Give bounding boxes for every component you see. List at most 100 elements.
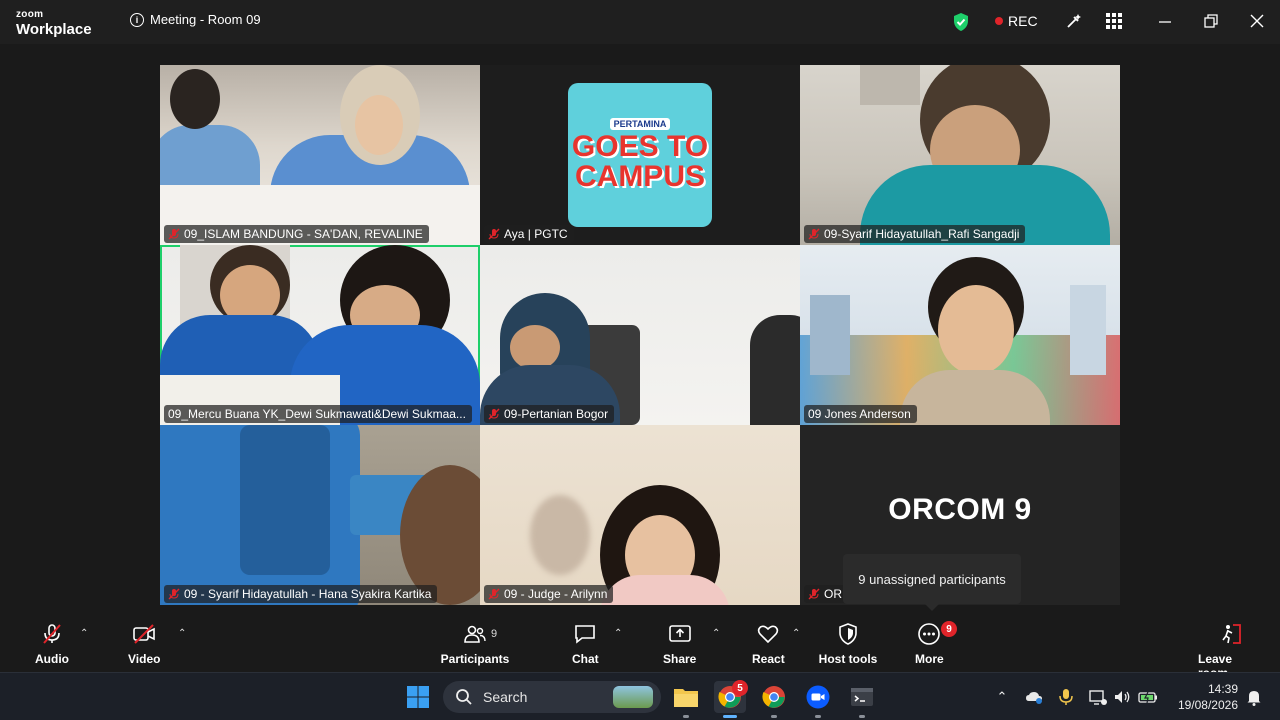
participants-label: Participants — [440, 652, 510, 666]
participant-tile[interactable]: 09-Pertanian Bogor — [480, 245, 800, 425]
restore-icon[interactable] — [1202, 12, 1220, 30]
taskbar-search-box[interactable]: Search — [443, 681, 661, 713]
chat-options-chevron-icon[interactable]: ⌃ — [614, 628, 622, 639]
participant-name-tag: 09_ISLAM BANDUNG - SA'DAN, REVALINE — [164, 225, 429, 243]
share-label: Share — [663, 652, 697, 666]
mic-muted-icon — [488, 588, 500, 600]
participant-name: 09 - Judge - Arilynn — [504, 587, 608, 601]
title-bar: zoom Workplace i Meeting - Room 09 REC — [0, 0, 1280, 44]
participant-tile-active[interactable]: 09_Mercu Buana YK_Dewi Sukmawati&Dewi Su… — [160, 245, 480, 425]
more-button[interactable]: More — [915, 622, 944, 666]
rec-label: REC — [1008, 13, 1038, 29]
info-icon[interactable]: i — [130, 12, 144, 27]
chat-label: Chat — [572, 652, 599, 666]
windows-taskbar: Search 5 ⌃ 14:39 19/08/2026 — [0, 672, 1280, 720]
chrome-app[interactable] — [758, 681, 790, 718]
participant-name-tag: 09-Pertanian Bogor — [484, 405, 615, 423]
video-options-chevron-icon[interactable]: ⌃ — [178, 628, 186, 639]
recording-indicator[interactable]: REC — [995, 13, 1038, 29]
clock-date: 19/08/2026 — [1177, 698, 1238, 712]
participant-name-tag: OR — [804, 585, 848, 603]
react-label: React — [752, 652, 785, 666]
share-button[interactable]: Share — [663, 622, 696, 666]
participant-name: 09 - Syarif Hidayatullah - Hana Syakira … — [184, 587, 432, 601]
search-highlight-image — [613, 686, 653, 708]
mic-muted-icon — [488, 228, 500, 240]
host-tools-label: Host tools — [818, 652, 878, 666]
network-icon[interactable] — [1088, 687, 1108, 707]
chrome-notification-badge: 5 — [732, 680, 748, 696]
participant-name-tag: 09-Syarif Hidayatullah_Rafi Sangadji — [804, 225, 1026, 243]
windows-logo-icon — [407, 686, 429, 708]
minimize-icon[interactable] — [1156, 12, 1174, 30]
terminal-app[interactable] — [846, 681, 878, 718]
participant-name-tag: 09_Mercu Buana YK_Dewi Sukmawati&Dewi Su… — [164, 405, 472, 423]
video-off-icon — [133, 624, 156, 644]
volume-icon[interactable] — [1112, 687, 1132, 707]
participant-display-name: ORCOM 9 — [888, 493, 1032, 526]
chrome-icon — [762, 686, 785, 708]
participant-name-tag: 09 - Syarif Hidayatullah - Hana Syakira … — [164, 585, 438, 603]
share-options-chevron-icon[interactable]: ⌃ — [712, 628, 720, 639]
participant-tile[interactable]: 09 - Judge - Arilynn — [480, 425, 800, 605]
battery-charging-icon[interactable] — [1138, 687, 1158, 707]
logo-line-2: GOES TO — [571, 130, 709, 163]
annotate-icon[interactable] — [1065, 12, 1083, 30]
audio-button[interactable]: Audio — [35, 622, 69, 666]
participant-tile[interactable]: 09 - Syarif Hidayatullah - Hana Syakira … — [160, 425, 480, 605]
more-icon — [918, 623, 941, 645]
onedrive-cloud-icon[interactable] — [1024, 687, 1044, 707]
brand-small: zoom — [16, 9, 44, 20]
host-tools-button[interactable]: Host tools — [818, 622, 878, 666]
participant-tile[interactable]: PERTAMINA GOES TO CAMPUS Aya | PGTC — [480, 65, 800, 245]
chat-icon — [575, 625, 596, 644]
close-icon[interactable] — [1248, 12, 1266, 30]
logo-line-1: PERTAMINA — [609, 118, 671, 130]
participants-count: 9 — [491, 628, 498, 640]
mic-muted-icon — [43, 624, 61, 644]
grid-view-icon[interactable] — [1105, 12, 1123, 30]
file-explorer-app[interactable] — [670, 681, 702, 718]
participants-button[interactable]: Participants — [440, 622, 510, 666]
search-placeholder: Search — [483, 689, 528, 705]
video-button[interactable]: Video — [128, 622, 160, 666]
participant-name: Aya | PGTC — [504, 227, 568, 241]
microphone-in-use-icon[interactable] — [1056, 687, 1076, 707]
system-clock[interactable]: 14:39 19/08/2026 — [1172, 681, 1238, 713]
participant-name: 09_ISLAM BANDUNG - SA'DAN, REVALINE — [184, 227, 423, 241]
security-shield-icon[interactable] — [952, 12, 970, 32]
show-hidden-icons-chevron-icon[interactable]: ⌃ — [992, 687, 1012, 707]
participant-tile[interactable]: 09-Syarif Hidayatullah_Rafi Sangadji — [800, 65, 1120, 245]
start-button[interactable] — [402, 681, 434, 713]
rec-dot-icon — [995, 17, 1003, 25]
chat-button[interactable]: Chat — [572, 622, 599, 666]
mic-muted-icon — [168, 228, 180, 240]
participants-icon — [464, 625, 486, 643]
audio-options-chevron-icon[interactable]: ⌃ — [80, 628, 88, 639]
mic-muted-icon — [808, 588, 820, 600]
participant-name-tag: 09 - Judge - Arilynn — [484, 585, 614, 603]
participant-tile[interactable]: 09 Jones Anderson — [800, 245, 1120, 425]
zoom-app[interactable] — [802, 681, 834, 718]
heart-icon — [758, 625, 779, 644]
mic-muted-icon — [808, 228, 820, 240]
notifications-bell-icon[interactable] — [1244, 687, 1264, 707]
react-button[interactable]: React — [752, 622, 785, 666]
more-label: More — [915, 652, 944, 666]
mic-muted-icon — [488, 408, 500, 420]
meeting-title: Meeting - Room 09 — [150, 12, 261, 27]
participant-name: 09-Pertanian Bogor — [504, 407, 609, 421]
search-icon — [456, 689, 472, 705]
participant-name: 09 Jones Anderson — [808, 407, 911, 421]
shield-icon — [839, 623, 857, 645]
terminal-icon — [851, 688, 873, 706]
meeting-controls: Audio ⌃ Video ⌃ Participants 9 Chat ⌃ Sh… — [0, 614, 1280, 680]
participant-name-tag: 09 Jones Anderson — [804, 405, 917, 423]
meeting-info[interactable]: i Meeting - Room 09 — [130, 12, 261, 27]
folder-icon — [674, 689, 698, 707]
participant-tile[interactable]: 09_ISLAM BANDUNG - SA'DAN, REVALINE — [160, 65, 480, 245]
brand-large: Workplace — [16, 21, 92, 38]
leave-door-icon — [1222, 624, 1241, 644]
participant-name: 09-Syarif Hidayatullah_Rafi Sangadji — [824, 227, 1020, 241]
react-options-chevron-icon[interactable]: ⌃ — [792, 628, 800, 639]
